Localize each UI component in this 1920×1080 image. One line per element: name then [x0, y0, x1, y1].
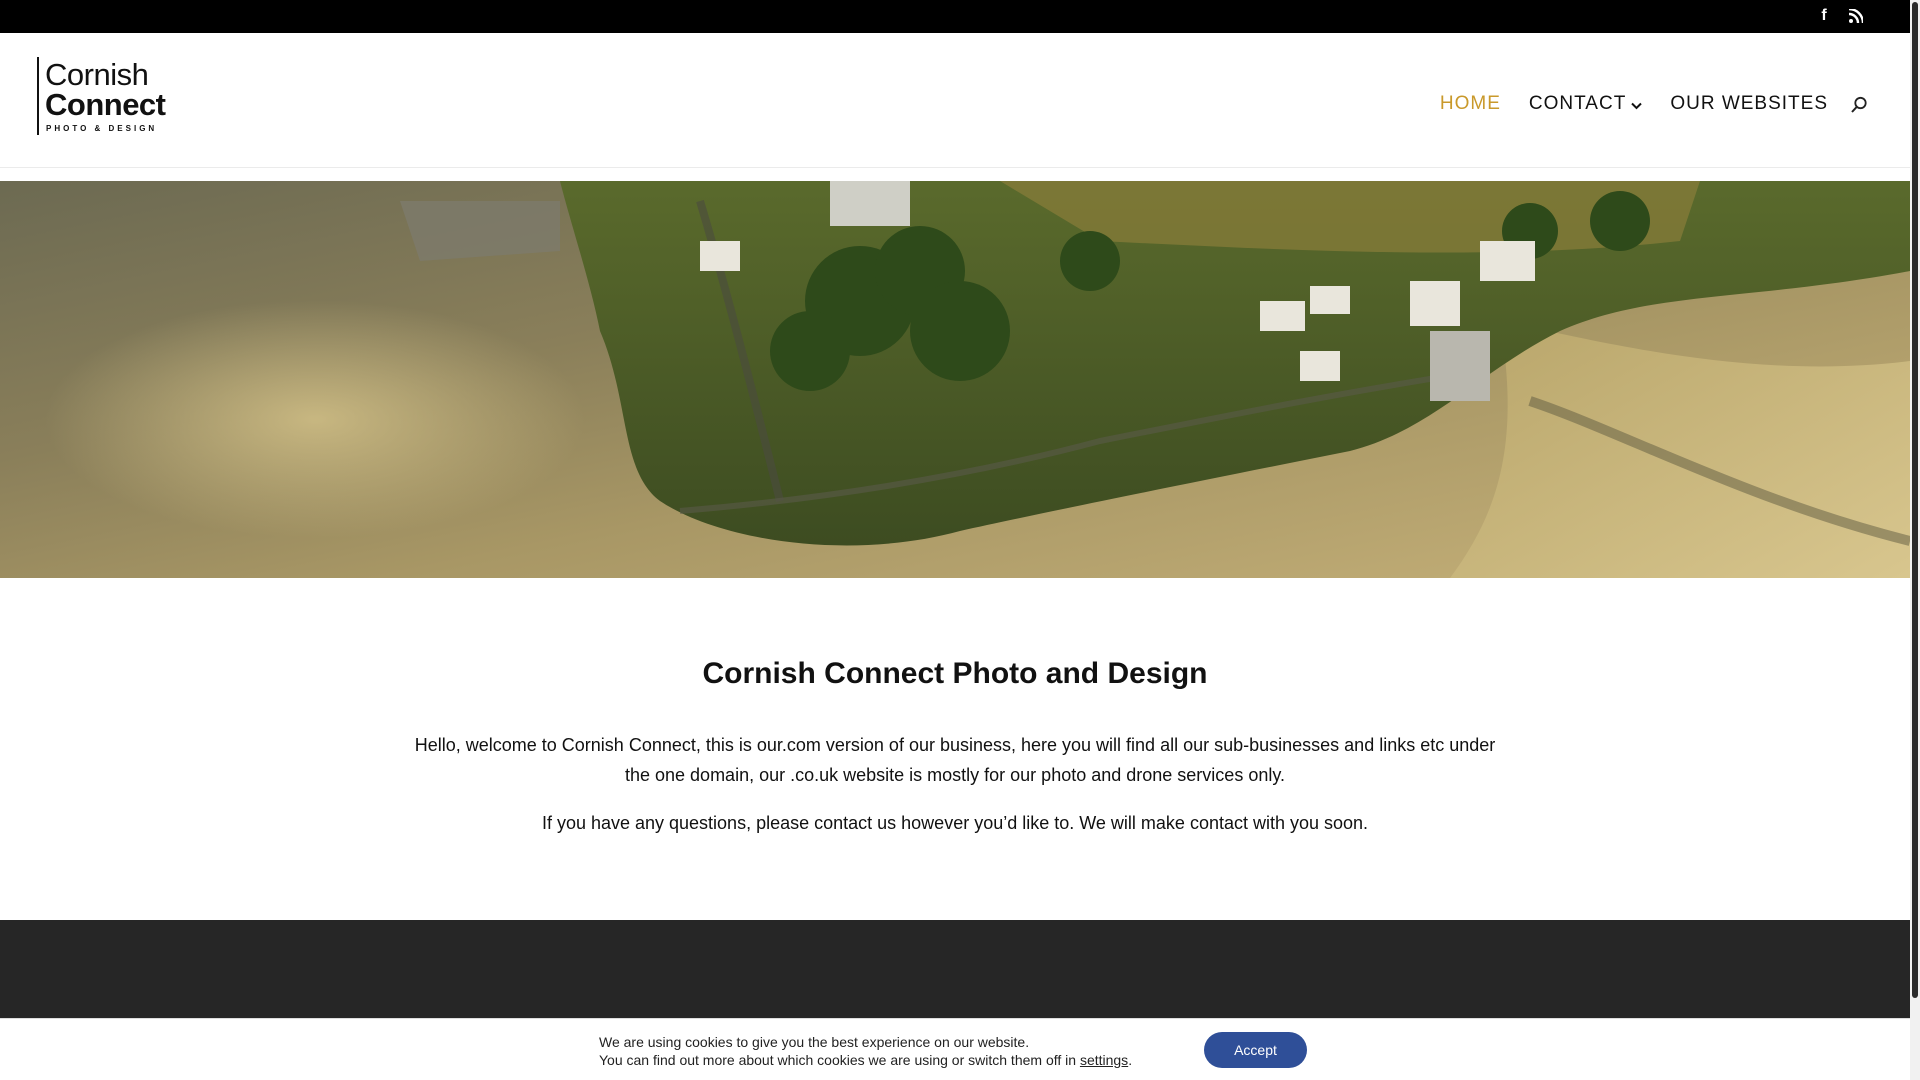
nav-item-home[interactable]: HOME — [1440, 93, 1501, 115]
nav-item-our-websites[interactable]: OUR WEBSITES — [1670, 93, 1828, 115]
page: f Cornish Connect PHOTO & DESIGN HOME CO… — [0, 0, 1910, 1080]
logo-bar — [37, 57, 39, 135]
main-nav: HOME CONTACT OUR WEBSITES — [1412, 89, 1870, 119]
nav-item-contact-label: CONTACT — [1528, 93, 1627, 114]
cookie-line-2: You can find out more about which cookie… — [599, 1051, 1132, 1069]
intro-paragraph: Hello, welcome to Cornish Connect, this … — [414, 735, 1496, 785]
cookie-line-2-end: . — [1128, 1052, 1133, 1068]
social-links: f — [1815, 6, 1865, 26]
accept-button[interactable]: Accept — [1204, 1032, 1307, 1068]
logo-tagline: PHOTO & DESIGN — [46, 124, 158, 133]
cookie-line-2-text: You can find out more about which cookie… — [599, 1052, 1080, 1068]
contact-paragraph: If you have any questions, please contac… — [541, 813, 1369, 833]
cookie-line-1: We are using cookies to give you the bes… — [599, 1034, 1030, 1050]
cookie-message: We are using cookies to give you the bes… — [599, 1033, 1132, 1069]
nav-item-home-label: HOME — [1439, 93, 1501, 114]
chevron-down-icon — [1631, 98, 1643, 113]
site-logo[interactable]: Cornish Connect PHOTO & DESIGN — [37, 57, 171, 135]
scrollbar[interactable] — [1910, 0, 1920, 1080]
main-content: Cornish Connect Photo and Design Hello, … — [0, 578, 1910, 920]
cookie-settings-link[interactable]: settings — [1080, 1052, 1128, 1068]
search-icon[interactable] — [1850, 94, 1870, 114]
hero-image — [0, 181, 1910, 578]
nav-item-contact[interactable]: CONTACT — [1528, 93, 1643, 115]
rss-icon[interactable] — [1847, 6, 1865, 26]
top-bar: f — [0, 0, 1910, 33]
facebook-icon[interactable]: f — [1815, 6, 1833, 26]
page-title: Cornish Connect Photo and Design — [702, 657, 1208, 690]
cookie-banner: We are using cookies to give you the bes… — [0, 1018, 1910, 1080]
nav-item-our-websites-label: OUR WEBSITES — [1670, 93, 1828, 114]
scrollbar-thumb[interactable] — [1912, 2, 1918, 998]
logo-line-2: Connect — [45, 87, 166, 122]
site-header: Cornish Connect PHOTO & DESIGN HOME CONT… — [0, 33, 1910, 167]
